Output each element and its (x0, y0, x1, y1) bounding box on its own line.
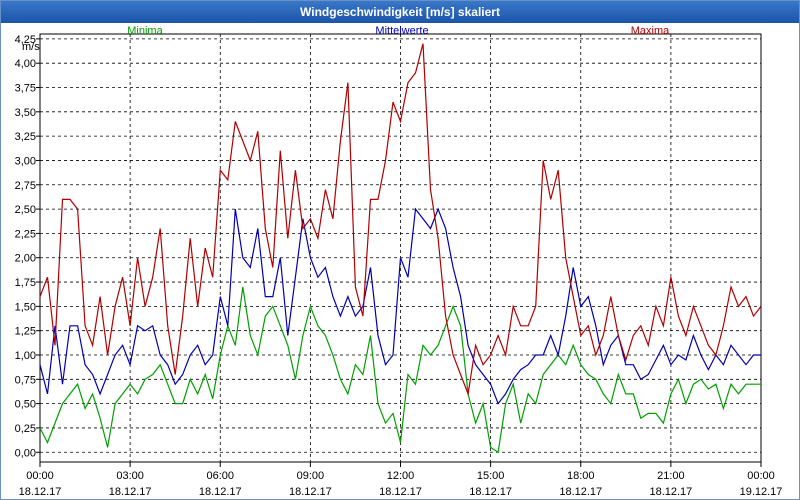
y-tick-label: 1,75 (15, 277, 36, 289)
y-tick-label: 3,75 (15, 83, 36, 95)
x-tick-time: 12:00 (387, 470, 415, 482)
x-tick-time: 06:00 (206, 470, 234, 482)
wind-speed-chart: m/s 0,000,250,500,751,001,251,501,752,00… (15, 25, 783, 498)
x-tick-time: 09:00 (297, 470, 325, 482)
y-tick-label: 3,50 (15, 107, 36, 119)
y-axis: m/s 0,000,250,500,751,001,251,501,752,00… (15, 34, 41, 459)
y-tick-label: 0,50 (15, 399, 36, 411)
y-tick-label: 3,25 (15, 131, 36, 143)
x-tick-date: 18.12.17 (379, 486, 422, 498)
y-tick-label: 2,25 (15, 228, 36, 240)
x-tick-time: 21:00 (657, 470, 685, 482)
x-tick-date: 18.12.17 (289, 486, 332, 498)
x-tick-date: 18.12.17 (109, 486, 152, 498)
x-tick-date: 18.12.17 (649, 486, 692, 498)
legend-item-minima: Minima (127, 25, 163, 37)
x-tick-date: 18.12.17 (559, 486, 602, 498)
legend-item-maxima: Maxima (631, 25, 670, 37)
y-tick-label: 0,75 (15, 374, 36, 386)
x-tick-time: 15:00 (477, 470, 505, 482)
x-tick-time: 03:00 (116, 470, 144, 482)
x-tick-date: 18.12.17 (19, 486, 62, 498)
x-tick-time: 00:00 (747, 470, 775, 482)
x-tick-date: 18.12.17 (199, 486, 242, 498)
x-tick-date: 19.12.17 (740, 486, 783, 498)
y-tick-label: 2,50 (15, 204, 36, 216)
y-tick-label: 0,25 (15, 423, 36, 435)
y-tick-label: 2,00 (15, 253, 36, 265)
y-tick-label: 2,75 (15, 180, 36, 192)
legend-item-mittelwerte: Mittelwerte (375, 25, 428, 37)
y-tick-label: 3,00 (15, 155, 36, 167)
y-tick-label: 0,00 (15, 447, 36, 459)
x-tick-time: 00:00 (26, 470, 54, 482)
x-axis: 00:00 18.12.17 03:00 18.12.17 06:00 18.12.17 0… (19, 462, 783, 498)
x-tick-date: 18.12.17 (469, 486, 512, 498)
plot-area (39, 33, 762, 463)
y-tick-label: 4,00 (15, 58, 36, 70)
y-tick-label: 1,25 (15, 326, 36, 338)
y-tick-label: 4,25 (15, 34, 36, 46)
x-tick-time: 18:00 (567, 470, 595, 482)
y-tick-label: 1,00 (15, 350, 36, 362)
y-tick-label: 1,50 (15, 301, 36, 313)
